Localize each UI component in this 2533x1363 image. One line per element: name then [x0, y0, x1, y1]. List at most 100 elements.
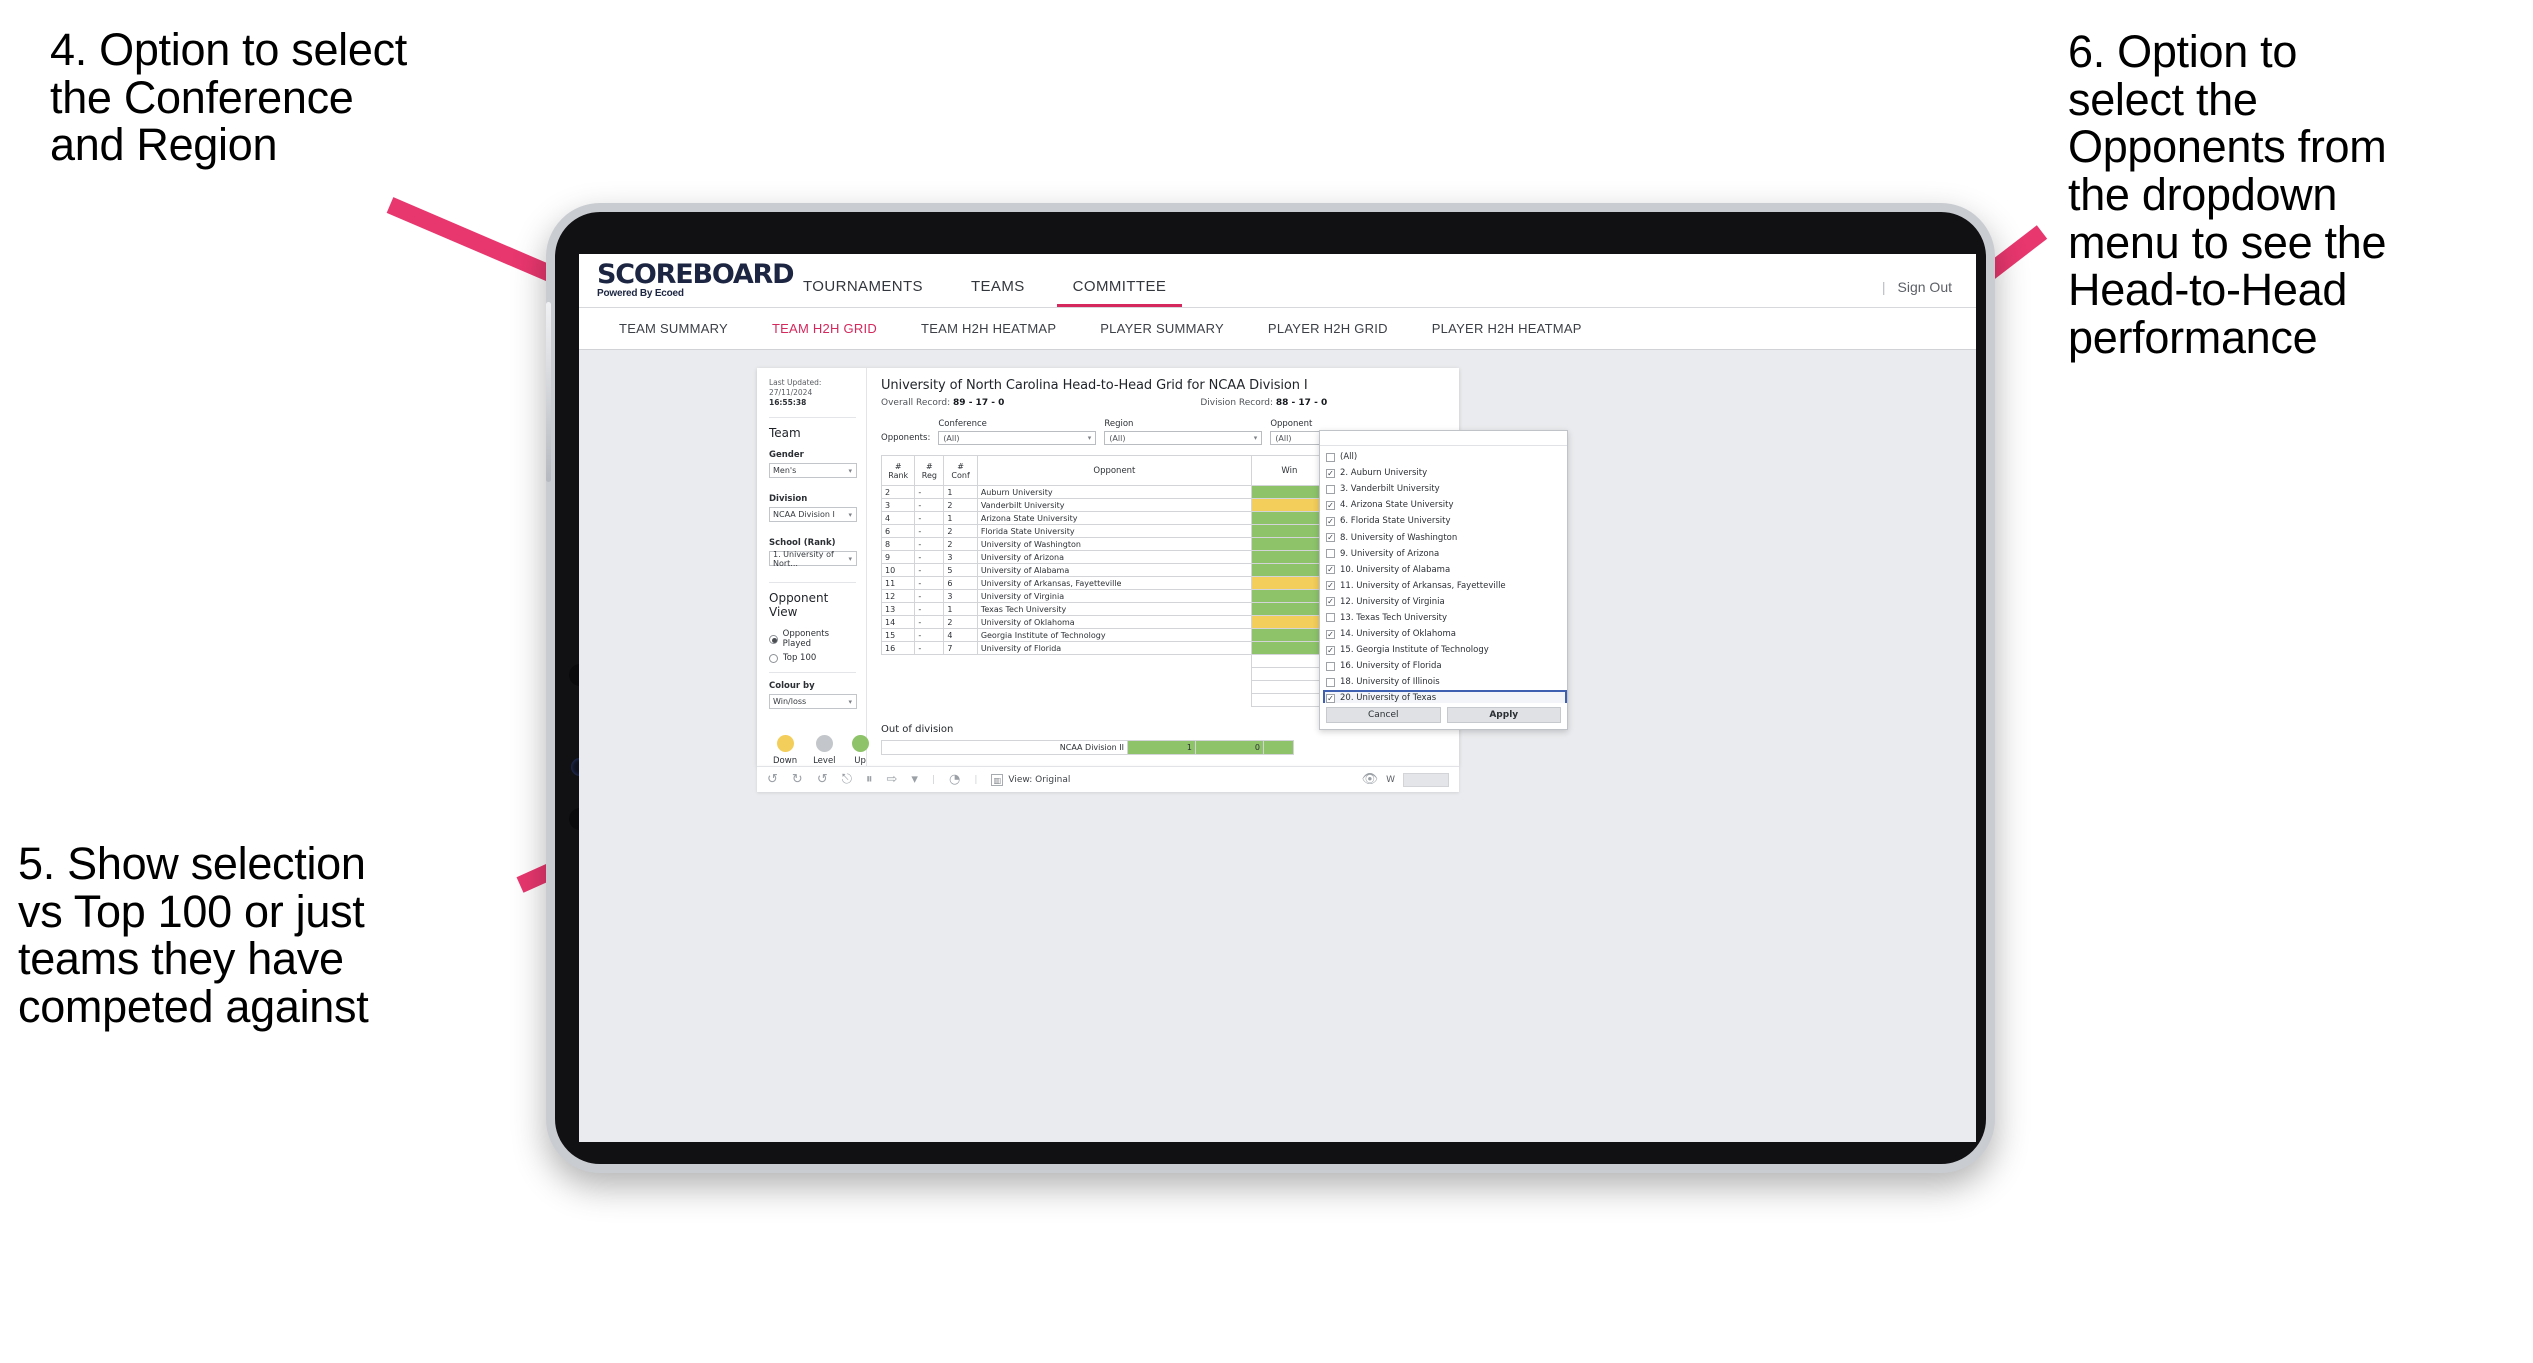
undo-icon[interactable]: ↺	[767, 773, 778, 786]
tab-player-summary[interactable]: PLAYER SUMMARY	[1078, 321, 1246, 336]
toolbar-right: 👁 W	[1362, 772, 1449, 787]
share-icon[interactable]: ⇨	[887, 773, 898, 786]
cell-opponent: University of Arizona	[976, 550, 1252, 564]
cell-reg: -	[914, 537, 945, 551]
region-filter-select[interactable]: (All) ▾	[1104, 431, 1263, 445]
opponent-option[interactable]: ✓ 6. Florida State University	[1323, 513, 1567, 529]
nav-teams[interactable]: TEAMS	[947, 278, 1049, 307]
brand-name: SCOREBOARD	[597, 259, 795, 291]
tab-player-h2h-grid[interactable]: PLAYER H2H GRID	[1246, 321, 1410, 336]
watch-label: W	[1386, 774, 1395, 785]
cell-reg: -	[914, 550, 945, 564]
pause-icon[interactable]: ⏸	[866, 773, 873, 786]
opponent-option[interactable]: (All)	[1323, 449, 1567, 465]
opponent-option[interactable]: ✓ 15. Georgia Institute of Technology	[1323, 642, 1567, 658]
col-rank: # Rank	[880, 455, 916, 486]
col-rank-label: # Rank	[888, 461, 909, 480]
gender-select[interactable]: Men's ▾	[769, 463, 857, 479]
tab-team-h2h-grid[interactable]: TEAM H2H GRID	[750, 321, 899, 336]
signout-link[interactable]: Sign Out	[1898, 279, 1952, 295]
tab-team-h2h-heatmap[interactable]: TEAM H2H HEATMAP	[899, 321, 1078, 336]
opponent-option[interactable]: 9. University of Arizona	[1323, 546, 1567, 562]
col-opponent: Opponent	[976, 455, 1252, 486]
cell-opponent: Florida State University	[976, 524, 1252, 538]
cell-rank: 10	[880, 563, 916, 577]
cell-rank: 16	[880, 641, 916, 655]
filler-cell	[915, 694, 944, 707]
cell-rank: 15	[880, 628, 916, 642]
division-select[interactable]: NCAA Division I ▾	[769, 507, 857, 523]
tab-player-h2h-heatmap[interactable]: PLAYER H2H HEATMAP	[1410, 321, 1604, 336]
radio-off-icon	[769, 653, 778, 663]
nav-tournaments[interactable]: TOURNAMENTS	[779, 278, 947, 307]
cell-reg: -	[914, 524, 945, 538]
checkbox-checked-icon: ✓	[1326, 468, 1335, 478]
opponent-option[interactable]: ✓ 4. Arizona State University	[1323, 497, 1567, 513]
chevron-down-icon: ▾	[848, 698, 852, 707]
opponent-option-label: 18. University of Illinois	[1340, 677, 1440, 688]
tab-team-summary[interactable]: TEAM SUMMARY	[597, 321, 750, 336]
nav-committee[interactable]: COMMITTEE	[1049, 278, 1191, 307]
cancel-button[interactable]: Cancel	[1326, 707, 1441, 723]
cell-win: 0	[1250, 576, 1328, 590]
view-original-button[interactable]: ▥ View: Original	[991, 773, 1071, 786]
legend-item-up: Up	[851, 735, 869, 766]
filler-cell	[915, 668, 944, 681]
opponent-option[interactable]: ✓ 2. Auburn University	[1323, 465, 1567, 481]
cell-opponent: University of Alabama	[976, 563, 1252, 577]
opponent-option[interactable]: 18. University of Illinois	[1323, 674, 1567, 690]
opponent-option[interactable]: ✓ 20. University of Texas	[1323, 690, 1567, 703]
view-original-label: View: Original	[1008, 774, 1071, 785]
radio-opponents-played[interactable]: Opponents Played	[769, 629, 856, 649]
opponent-option[interactable]: 13. Texas Tech University	[1323, 610, 1567, 626]
school-select[interactable]: 1. University of Nort... ▾	[769, 550, 857, 568]
viz-sidebar: Last Updated: 27/11/2024 16:55:38 Team G…	[757, 368, 869, 767]
legend-level-label: Level	[813, 756, 836, 767]
opponent-option[interactable]: 16. University of Florida	[1323, 658, 1567, 674]
refresh-icon[interactable]: ⎋	[842, 773, 852, 786]
toolbar-field[interactable]	[1403, 772, 1449, 787]
cell-rank: 12	[880, 589, 916, 603]
team-heading: Team	[769, 426, 801, 441]
opponent-option[interactable]: 3. Vanderbilt University	[1323, 481, 1567, 497]
opponent-option[interactable]: ✓ 14. University of Oklahoma	[1323, 626, 1567, 642]
cell-rank: 4	[880, 511, 916, 525]
cell-opponent: Auburn University	[976, 485, 1252, 499]
division-record-value: 88 - 17 - 0	[1275, 398, 1328, 408]
brand-logo[interactable]: SCOREBOARD Powered By Ecoed	[579, 259, 795, 307]
revert-icon[interactable]: ↺	[817, 773, 828, 786]
opponent-option[interactable]: ✓ 8. University of Washington	[1323, 529, 1567, 545]
checkbox-checked-icon: ✓	[1326, 693, 1335, 703]
opponent-option[interactable]: ✓ 12. University of Virginia	[1323, 594, 1567, 610]
filler-cell	[882, 681, 915, 694]
checkbox-checked-icon: ✓	[1326, 581, 1335, 591]
clock-icon[interactable]: ◔	[949, 773, 960, 786]
conference-filter: Conference (All) ▾	[938, 419, 1097, 445]
out-of-division-pad	[1263, 740, 1294, 755]
apply-button[interactable]: Apply	[1446, 707, 1561, 723]
colour-by-select[interactable]: Win/loss ▾	[769, 694, 857, 710]
opponent-dropdown-search[interactable]	[1320, 431, 1567, 446]
radio-top-100[interactable]: Top 100	[769, 653, 856, 663]
eye-icon[interactable]: 👁	[1362, 773, 1379, 786]
redo-icon[interactable]: ↻	[792, 773, 803, 786]
chevron-down-icon: ▾	[848, 555, 852, 564]
opponent-option[interactable]: ✓ 10. University of Alabama	[1323, 562, 1567, 578]
out-of-division-win: 1	[1127, 740, 1196, 755]
conference-filter-select[interactable]: (All) ▾	[938, 431, 1097, 445]
chevron-down-icon: ▾	[1253, 434, 1258, 442]
cell-reg: -	[914, 511, 945, 525]
gender-label: Gender	[769, 450, 804, 461]
tablet-screen: SCOREBOARD Powered By Ecoed TOURNAMENTS …	[579, 254, 1976, 1142]
filler-cell	[944, 681, 977, 694]
overall-record-value: 89 - 17 - 0	[953, 398, 1005, 408]
chevron-down-icon[interactable]: ▾	[911, 773, 918, 786]
app-header: SCOREBOARD Powered By Ecoed TOURNAMENTS …	[579, 254, 1976, 308]
cell-reg: -	[914, 589, 945, 603]
opponent-option[interactable]: ✓ 11. University of Arkansas, Fayettevill…	[1323, 578, 1567, 594]
opponent-dropdown-list[interactable]: (All) ✓ 2. Auburn University 3. Vanderbilt …	[1320, 446, 1567, 703]
opponent-option-label: 2. Auburn University	[1340, 468, 1428, 479]
tablet-device: SCOREBOARD Powered By Ecoed TOURNAMENTS …	[546, 203, 1995, 1173]
colour-by-label: Colour by	[769, 681, 815, 692]
cell-conf: 3	[943, 589, 978, 603]
